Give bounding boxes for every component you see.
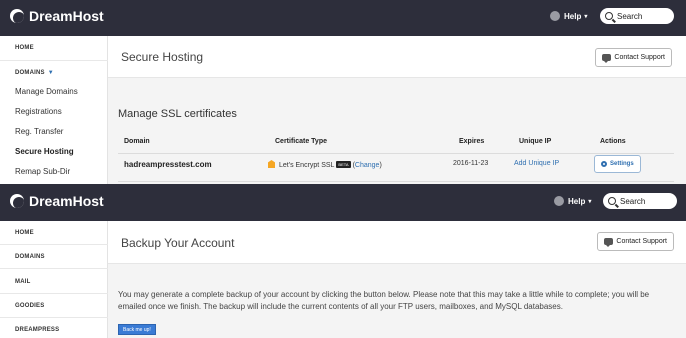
help-label: Help — [568, 196, 586, 206]
sidebar-item-mail[interactable]: MAIL — [15, 279, 30, 285]
sidebar-item-reg-transfer[interactable]: Reg. Transfer — [15, 127, 63, 136]
contact-support-label: Contact Support — [616, 238, 667, 245]
chevron-down-icon: ▾ — [584, 13, 588, 20]
sidebar: HOME DOMAINS MAIL GOODIES DREAMPRESS — [0, 221, 108, 338]
beta-badge: BETA — [336, 161, 351, 168]
change-paren-close: ) — [379, 162, 382, 169]
contact-support-label: Contact Support — [614, 54, 665, 61]
help-menu[interactable]: Help ▾ — [550, 11, 587, 21]
sidebar-item-home[interactable]: HOME — [15, 230, 34, 236]
change-certificate-link[interactable]: Change — [355, 162, 380, 169]
gear-icon — [601, 161, 607, 167]
sidebar-divider — [0, 268, 108, 269]
top-nav-bar: DreamHost Help ▾ Search — [0, 184, 686, 221]
search-icon — [608, 197, 616, 205]
sidebar: HOME DOMAINS ▼ Manage Domains Registratio… — [0, 36, 108, 184]
back-me-up-button[interactable]: Back me up! — [118, 324, 156, 335]
expires-cell: 2016-11-23 — [453, 160, 489, 167]
column-header-actions: Actions — [600, 138, 626, 145]
section-title: Manage SSL certificates — [118, 108, 237, 120]
main-content: Backup Your Account Contact Support You … — [108, 221, 686, 338]
brand-name: DreamHost — [29, 193, 104, 209]
add-unique-ip-link[interactable]: Add Unique IP — [514, 160, 559, 167]
sidebar-divider — [0, 317, 108, 318]
top-nav-bar: DreamHost Help ▾ Search — [0, 0, 686, 36]
column-header-domain: Domain — [124, 138, 150, 145]
contact-support-button[interactable]: Contact Support — [595, 48, 672, 67]
chat-icon — [604, 238, 614, 247]
dreamhost-moon-icon — [10, 9, 24, 23]
search-input[interactable]: Search — [603, 193, 677, 209]
dreamhost-logo[interactable]: DreamHost — [10, 193, 104, 209]
page-header: Backup Your Account Contact Support — [108, 221, 686, 264]
contact-support-button[interactable]: Contact Support — [597, 232, 674, 251]
sidebar-item-secure-hosting[interactable]: Secure Hosting — [15, 147, 74, 156]
sidebar-divider — [0, 293, 108, 294]
page-title: Secure Hosting — [121, 50, 204, 64]
chat-icon — [602, 54, 612, 63]
help-globe-icon — [554, 196, 564, 206]
sidebar-item-registrations[interactable]: Registrations — [15, 107, 62, 116]
chevron-down-icon: ▼ — [47, 70, 54, 76]
sidebar-item-home[interactable]: HOME — [15, 45, 34, 51]
sidebar-item-domains[interactable]: DOMAINS — [15, 254, 45, 260]
page-title: Backup Your Account — [121, 236, 235, 250]
sidebar-item-goodies[interactable]: GOODIES — [15, 303, 44, 309]
certificate-type-cell: Let's Encrypt SSL BETA (Change) — [268, 160, 382, 169]
search-input[interactable]: Search — [600, 8, 674, 24]
cert-type-label: Let's Encrypt SSL — [279, 162, 335, 169]
sidebar-item-dreampress[interactable]: DREAMPRESS — [15, 327, 59, 333]
domain-cell: hadreampresstest.com — [124, 160, 212, 169]
sidebar-item-domains[interactable]: DOMAINS ▼ — [15, 70, 54, 76]
column-header-unique-ip: Unique IP — [519, 138, 552, 145]
help-menu[interactable]: Help ▾ — [554, 196, 591, 206]
page-header: Secure Hosting Contact Support — [108, 36, 686, 78]
backup-account-screen: DreamHost Help ▾ Search HOME DOMAINS MAI… — [0, 184, 686, 338]
table-divider — [118, 181, 674, 182]
brand-name: DreamHost — [29, 8, 104, 24]
column-header-certificate-type: Certificate Type — [275, 138, 327, 145]
chevron-down-icon: ▾ — [588, 198, 592, 205]
dreamhost-moon-icon — [10, 194, 24, 208]
column-header-expires: Expires — [459, 138, 485, 145]
sidebar-item-remap-sub-dir[interactable]: Remap Sub-Dir — [15, 167, 70, 176]
table-divider — [118, 153, 674, 154]
backup-description: You may generate a complete backup of yo… — [118, 290, 650, 311]
sidebar-domains-label: DOMAINS — [15, 70, 45, 76]
secure-hosting-screen: DreamHost Help ▾ Search HOME DOMAINS ▼ Ma… — [0, 0, 686, 184]
settings-label: Settings — [610, 161, 634, 167]
help-globe-icon — [550, 11, 560, 21]
settings-button[interactable]: Settings — [594, 155, 641, 173]
search-placeholder: Search — [620, 196, 646, 206]
sidebar-divider — [0, 60, 108, 61]
search-icon — [605, 12, 613, 20]
sidebar-item-manage-domains[interactable]: Manage Domains — [15, 87, 78, 96]
lets-encrypt-icon — [268, 160, 275, 168]
dreamhost-logo[interactable]: DreamHost — [10, 8, 104, 24]
sidebar-divider — [0, 244, 108, 245]
search-placeholder: Search — [617, 11, 643, 21]
main-content: Secure Hosting Contact Support Manage SS… — [108, 36, 686, 184]
help-label: Help — [564, 11, 582, 21]
